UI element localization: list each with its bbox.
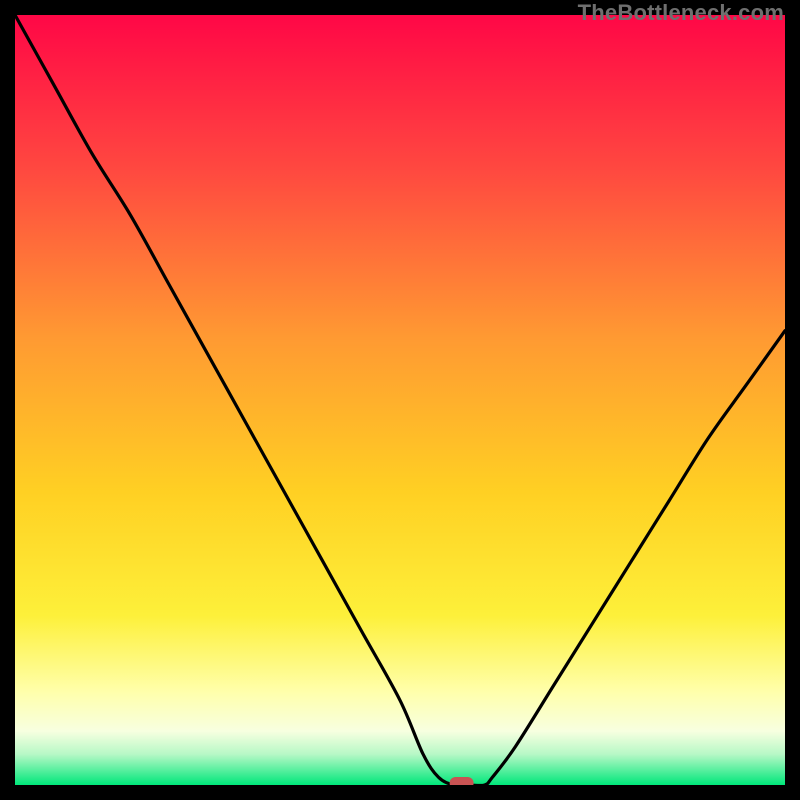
chart-container: TheBottleneck.com [0, 0, 800, 800]
watermark-text: TheBottleneck.com [578, 0, 784, 26]
bottleneck-chart [15, 15, 785, 785]
optimum-marker [450, 777, 474, 785]
gradient-background [15, 15, 785, 785]
